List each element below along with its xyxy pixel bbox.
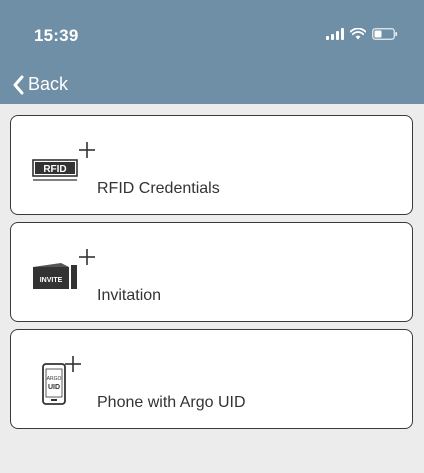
signal-icon	[326, 28, 344, 40]
option-phone-argo-uid[interactable]: ARGO UID Phone with Argo UID	[10, 329, 413, 429]
back-label: Back	[28, 74, 69, 94]
option-invitation[interactable]: INVITE Invitation	[10, 222, 413, 322]
option-rfid-credentials[interactable]: RFID RFID Credentials	[10, 115, 413, 215]
uid-icon-text: UID	[48, 384, 60, 391]
option-label: RFID Credentials	[97, 180, 220, 197]
invitation-add-icon: INVITE	[33, 249, 95, 289]
phone-argo-uid-add-icon: ARGO UID	[42, 356, 81, 405]
rfid-icon-text: RFID	[43, 164, 66, 175]
option-label: Invitation	[97, 287, 162, 304]
chevron-left-icon	[13, 75, 24, 94]
status-time: 15:39	[34, 26, 79, 45]
battery-icon	[372, 28, 398, 40]
empty-area	[0, 432, 424, 473]
status-icons	[326, 27, 398, 41]
argo-icon-text: ARGO	[47, 376, 62, 382]
invite-icon-text: INVITE	[40, 277, 63, 284]
wifi-icon	[350, 28, 366, 40]
option-label: Phone with Argo UID	[97, 394, 246, 411]
app-header: 15:39 Back	[0, 0, 424, 104]
back-button[interactable]: Back	[12, 74, 68, 95]
rfid-card-add-icon: RFID	[32, 142, 95, 181]
